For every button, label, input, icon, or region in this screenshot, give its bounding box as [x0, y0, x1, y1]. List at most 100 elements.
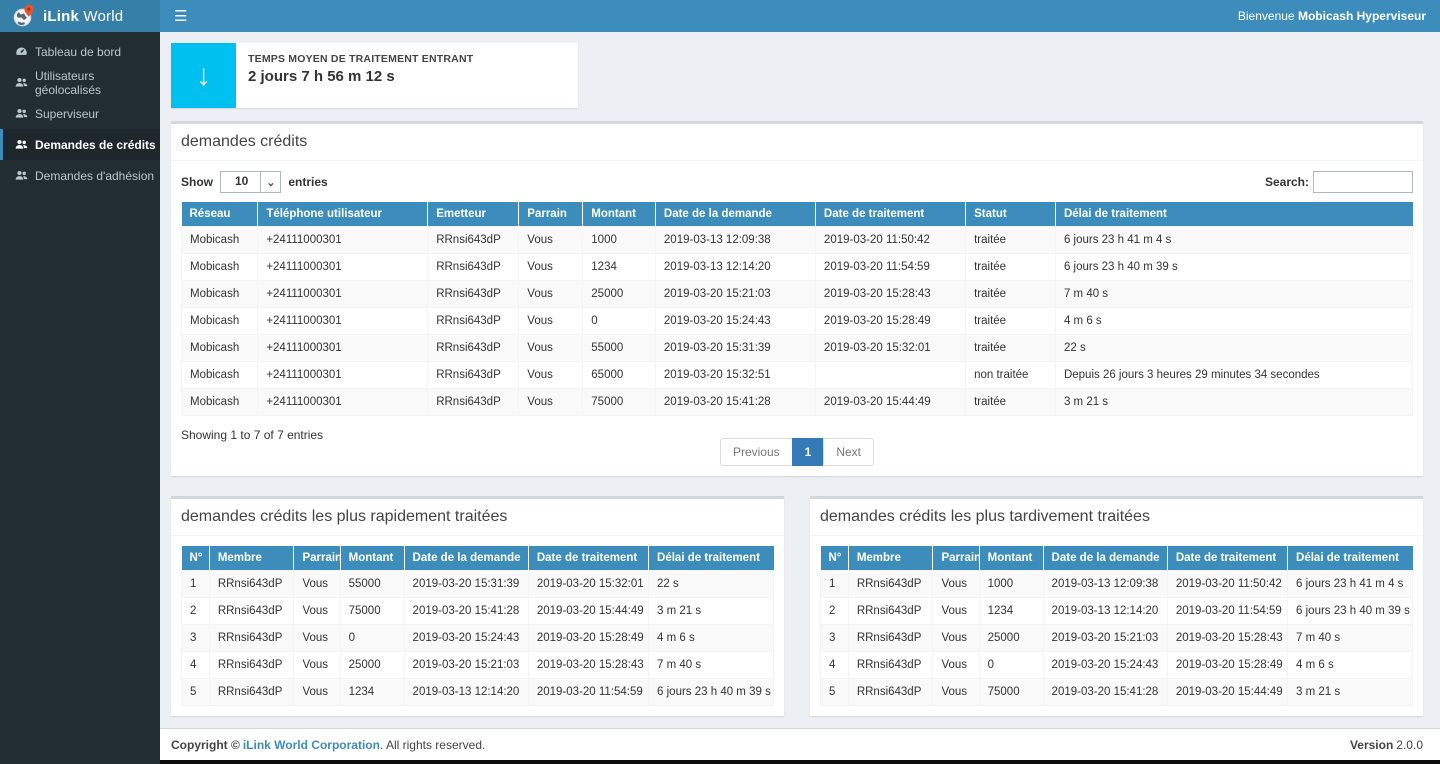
table-cell: 2 [182, 598, 210, 625]
table-cell: Depuis 26 jours 3 heures 29 minutes 34 s… [1055, 362, 1412, 389]
table-cell: RRnsi643dP [848, 598, 933, 625]
company-link[interactable]: iLink World Corporation [243, 738, 380, 752]
globe-pin-logo-icon [12, 4, 36, 28]
users-icon [15, 138, 28, 151]
page-length-select[interactable]: 10 ⌄ [220, 171, 281, 193]
table-cell: 2019-03-20 15:41:28 [655, 389, 815, 416]
table-cell: Vous [933, 679, 979, 706]
table-cell: traitée [966, 281, 1056, 308]
table-cell: Vous [294, 679, 340, 706]
table-cell: 5 [821, 679, 849, 706]
page-1-button[interactable]: 1 [792, 438, 825, 466]
fastest-table-header-row: N°MembreParrainMontantDate de la demande… [182, 546, 774, 571]
column-header: Date de traitement [1167, 546, 1287, 571]
sidebar-item-superviseur[interactable]: Superviseur [0, 98, 160, 129]
chevron-down-icon: ⌄ [260, 172, 280, 192]
page-length-value: 10 [221, 172, 260, 192]
table-row: 5RRnsi643dPVous12342019-03-13 12:14:2020… [182, 679, 774, 706]
table-row: Mobicash+24111000301RRnsi643dPVous123420… [182, 254, 1413, 281]
top-bar: iLink World ☰ Bienvenue Mobicash Hypervi… [0, 0, 1440, 32]
column-header: Délai de traitement [649, 546, 774, 571]
table-cell: 2019-03-13 12:09:38 [655, 227, 815, 254]
table-cell: 2019-03-20 15:28:43 [815, 281, 965, 308]
table-cell: RRnsi643dP [848, 625, 933, 652]
table-cell: Mobicash [182, 335, 258, 362]
version-value: 2.0.0 [1396, 738, 1423, 752]
sidebar-item-demandes-de-credits[interactable]: Demandes de crédits [0, 129, 160, 160]
table-cell: Vous [519, 308, 583, 335]
table-cell: 2019-03-20 15:44:49 [1167, 679, 1287, 706]
table-cell: RRnsi643dP [209, 679, 294, 706]
table-cell: Vous [519, 254, 583, 281]
column-header: Membre [848, 546, 933, 571]
table-cell: 22 s [649, 571, 774, 598]
table-cell: 25000 [979, 625, 1043, 652]
sidebar-toggle-icon[interactable]: ☰ [174, 9, 187, 24]
search-input[interactable] [1313, 171, 1413, 193]
previous-page-button[interactable]: Previous [720, 438, 793, 466]
table-cell: Vous [519, 281, 583, 308]
table-cell: +24111000301 [258, 281, 428, 308]
table-cell: Vous [519, 227, 583, 254]
table-cell: Mobicash [182, 254, 258, 281]
table-cell: 1 [182, 571, 210, 598]
app-logo[interactable]: iLink World [0, 0, 160, 32]
column-header: Date de traitement [528, 546, 648, 571]
column-header: N° [821, 546, 849, 571]
table-cell: RRnsi643dP [209, 652, 294, 679]
table-cell: 75000 [340, 598, 404, 625]
table-row: Mobicash+24111000301RRnsi643dPVous100020… [182, 227, 1413, 254]
table-row: 4RRnsi643dPVous250002019-03-20 15:21:032… [182, 652, 774, 679]
table-cell: Vous [294, 652, 340, 679]
table-cell: 6 jours 23 h 40 m 39 s [649, 679, 774, 706]
sidebar-item-utilisateurs-geolocalises[interactable]: Utilisateurs géolocalisés [0, 67, 160, 98]
table-cell: 2019-03-20 15:44:49 [528, 598, 648, 625]
table-cell: 22 s [1055, 335, 1412, 362]
table-cell: 1234 [583, 254, 656, 281]
table-cell: 2019-03-20 15:32:51 [655, 362, 815, 389]
version-text: Version2.0.0 [1350, 738, 1423, 752]
table-cell: 2019-03-20 11:54:59 [528, 679, 648, 706]
table-cell: 2019-03-20 15:32:01 [528, 571, 648, 598]
column-header: Délai de traitement [1288, 546, 1413, 571]
table-cell: 6 jours 23 h 40 m 39 s [1055, 254, 1412, 281]
table-cell: Vous [519, 335, 583, 362]
table-cell: Mobicash [182, 362, 258, 389]
panel-title: demandes crédits les plus tardivement tr… [820, 508, 1413, 526]
next-page-button[interactable]: Next [823, 438, 874, 466]
table-cell: 3 [182, 625, 210, 652]
credits-table: RéseauTéléphone utilisateurEmetteurParra… [181, 202, 1413, 416]
panel-title: demandes crédits [181, 133, 1413, 151]
table-cell: 2019-03-20 15:41:28 [404, 598, 528, 625]
table-cell: Vous [933, 652, 979, 679]
table-cell: RRnsi643dP [209, 598, 294, 625]
table-cell: 1000 [979, 571, 1043, 598]
stat-label: TEMPS MOYEN DE TRAITEMENT ENTRANT [248, 53, 473, 65]
table-cell: 3 m 21 s [649, 598, 774, 625]
table-row: 1RRnsi643dPVous10002019-03-13 12:09:3820… [821, 571, 1413, 598]
column-header: Membre [209, 546, 294, 571]
table-cell: +24111000301 [258, 362, 428, 389]
app-title: iLink World [43, 8, 123, 25]
table-cell: 6 jours 23 h 40 m 39 s [1288, 598, 1413, 625]
table-cell: 4 m 6 s [649, 625, 774, 652]
table-cell: 55000 [583, 335, 656, 362]
sidebar-item-tableau-de-bord[interactable]: Tableau de bord [0, 36, 160, 67]
table-cell: +24111000301 [258, 254, 428, 281]
table-cell: Vous [933, 625, 979, 652]
table-cell: +24111000301 [258, 308, 428, 335]
table-cell: RRnsi643dP [209, 571, 294, 598]
table-row: Mobicash+24111000301RRnsi643dPVous750002… [182, 389, 1413, 416]
table-cell: RRnsi643dP [848, 679, 933, 706]
page-length-control: Show 10 ⌄ entries [181, 171, 328, 193]
sidebar-item-demandes-adhesion[interactable]: Demandes d'adhésion [0, 160, 160, 191]
table-cell: RRnsi643dP [428, 389, 519, 416]
column-header: Délai de traitement [1055, 202, 1412, 227]
table-cell: 2019-03-20 15:28:49 [815, 308, 965, 335]
table-cell: traitée [966, 254, 1056, 281]
table-cell: RRnsi643dP [428, 308, 519, 335]
table-cell: 7 m 40 s [1288, 625, 1413, 652]
table-row: 5RRnsi643dPVous750002019-03-20 15:41:282… [821, 679, 1413, 706]
column-header: N° [182, 546, 210, 571]
table-row: Mobicash+24111000301RRnsi643dPVous02019-… [182, 308, 1413, 335]
